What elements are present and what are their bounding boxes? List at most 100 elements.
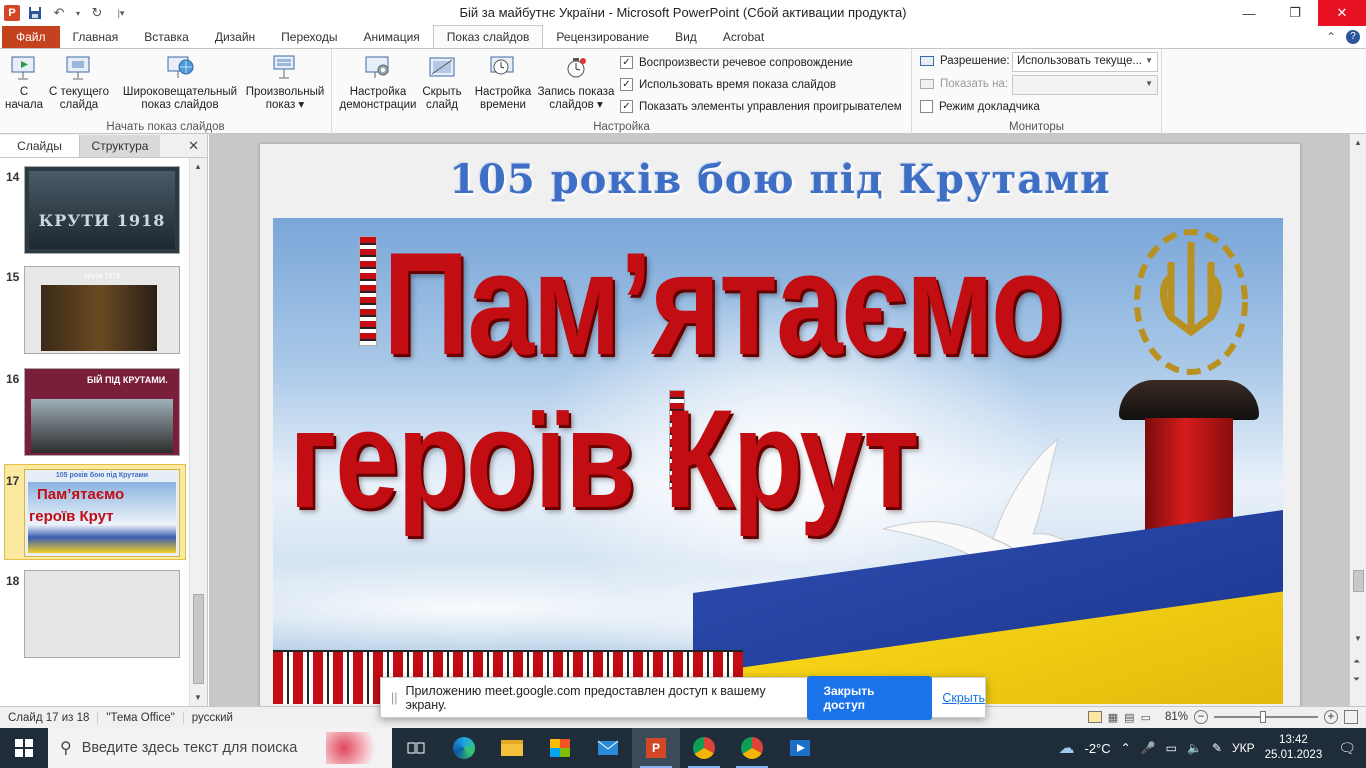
zoom-in-icon[interactable]: +: [1324, 710, 1338, 724]
powerpoint-taskbar-icon[interactable]: P: [632, 728, 680, 768]
zoom-slider[interactable]: [1214, 711, 1318, 723]
checkbox-timings-box[interactable]: ✓: [620, 78, 633, 91]
resolution-dropdown[interactable]: Использовать текуще... ▼: [1012, 52, 1158, 72]
tab-view[interactable]: Вид: [662, 26, 710, 48]
tab-review[interactable]: Рецензирование: [543, 26, 662, 48]
from-current-slide-button[interactable]: С текущего слайда: [46, 53, 112, 112]
scroll-down-icon[interactable]: ▼: [194, 693, 202, 702]
weather-icon[interactable]: ☁: [1059, 738, 1075, 758]
slide-number: 17: [6, 474, 20, 488]
rehearse-timings-button[interactable]: Настройка времени: [470, 53, 536, 112]
play-narrations-checkbox[interactable]: ✓ Воспроизвести речевое сопровождение: [620, 56, 853, 69]
reading-view-icon[interactable]: ▤: [1124, 711, 1134, 724]
current-slide[interactable]: 105 років бою під Крутами Пам’ятаємо гер…: [260, 144, 1300, 706]
notifications-icon[interactable]: 🗨: [1338, 740, 1356, 757]
restore-icon[interactable]: ❐: [1272, 0, 1318, 26]
help-icon[interactable]: ?: [1346, 30, 1360, 44]
tab-animations[interactable]: Анимация: [350, 26, 432, 48]
microphone-icon[interactable]: 🎤: [1141, 741, 1156, 755]
record-slideshow-button[interactable]: Запись показа слайдов ▾: [536, 53, 616, 112]
drag-handle-icon[interactable]: ||: [391, 691, 398, 705]
stop-sharing-button[interactable]: Закрыть доступ: [807, 675, 933, 720]
show-media-controls-checkbox[interactable]: ✓ Показать элементы управления проигрыва…: [620, 100, 902, 113]
tab-transitions[interactable]: Переходы: [268, 26, 350, 48]
monitor-icon: [920, 79, 934, 89]
undo-dropdown-icon[interactable]: ▾: [74, 4, 82, 22]
slide-title[interactable]: 105 років бою під Крутами: [260, 156, 1300, 203]
mail-icon[interactable]: [584, 728, 632, 768]
ribbon-collapse-icon[interactable]: ⌃: [1326, 30, 1336, 44]
volume-icon[interactable]: 🔈: [1187, 741, 1202, 755]
windows-start-icon[interactable]: [0, 728, 48, 768]
previous-slide-icon[interactable]: ⏶: [1353, 656, 1360, 667]
broadcast-slideshow-button[interactable]: Широковещательный показ слайдов: [120, 53, 240, 112]
slide-thumbnail-14[interactable]: КРУТИ 1918: [24, 166, 180, 254]
pen-icon[interactable]: ✎: [1212, 741, 1222, 755]
tab-home[interactable]: Главная: [60, 26, 132, 48]
tab-outline[interactable]: Структура: [80, 134, 160, 157]
minimize-icon[interactable]: —: [1226, 0, 1272, 26]
normal-view-icon[interactable]: [1087, 711, 1102, 723]
zoom-level[interactable]: 81%: [1165, 711, 1188, 723]
scrollbar-thumb[interactable]: [193, 594, 204, 684]
custom-slideshow-button[interactable]: Произвольный показ ▾: [242, 53, 328, 112]
scroll-up-icon[interactable]: ▲: [1354, 138, 1362, 147]
scroll-up-icon[interactable]: ▲: [194, 162, 202, 171]
tab-insert[interactable]: Вставка: [131, 26, 202, 48]
record-slideshow-icon: [561, 53, 591, 83]
clock[interactable]: 13:42 25.01.2023: [1265, 733, 1323, 763]
checkbox-presenter-box[interactable]: [920, 100, 933, 113]
media-player-icon[interactable]: [776, 728, 824, 768]
slide-thumbnail-15[interactable]: Крути 1918: [24, 266, 180, 354]
taskbar-search-box[interactable]: ⚲ Введите здесь текст для поиска: [48, 728, 392, 768]
file-explorer-icon[interactable]: [488, 728, 536, 768]
tab-slideshow[interactable]: Показ слайдов: [432, 25, 544, 48]
microsoft-store-icon[interactable]: [536, 728, 584, 768]
setup-slideshow-button[interactable]: Настройка демонстрации: [336, 53, 420, 112]
zoom-slider-knob[interactable]: [1260, 711, 1266, 723]
tab-slides[interactable]: Слайды: [0, 134, 80, 157]
customize-qat-icon[interactable]: |▾: [112, 4, 130, 22]
slide-scrollbar[interactable]: ▲ ▼ ⏶ ⏷: [1349, 134, 1366, 706]
network-icon[interactable]: ▭: [1166, 741, 1177, 755]
zoom-out-icon[interactable]: −: [1194, 710, 1208, 724]
slide-sorter-icon[interactable]: ▦: [1108, 711, 1118, 724]
close-icon[interactable]: ✕: [1318, 0, 1366, 26]
slide-thumbnail-17[interactable]: 105 років бою під Крутами Пам’ятаємо гер…: [24, 469, 180, 557]
presenter-view-checkbox[interactable]: Режим докладчика: [920, 100, 1040, 113]
redo-icon[interactable]: ↻: [88, 4, 106, 22]
edge-browser-icon[interactable]: [440, 728, 488, 768]
chrome-icon[interactable]: [680, 728, 728, 768]
weather-temperature[interactable]: -2°C: [1085, 741, 1111, 756]
task-view-icon[interactable]: [392, 728, 440, 768]
checkbox-narrations-box[interactable]: ✓: [620, 56, 633, 69]
use-timings-checkbox[interactable]: ✓ Использовать время показа слайдов: [620, 78, 836, 91]
chrome-profile-icon[interactable]: [728, 728, 776, 768]
next-slide-icon[interactable]: ⏷: [1353, 674, 1360, 685]
scroll-down-icon[interactable]: ▼: [1354, 634, 1362, 643]
fit-to-window-icon[interactable]: [1344, 710, 1358, 724]
poster-image[interactable]: Пам’ятаємо героїв Крут: [273, 218, 1283, 704]
from-beginning-button[interactable]: С начала: [4, 53, 44, 112]
tab-file[interactable]: Файл: [2, 26, 60, 48]
powerpoint-logo-icon[interactable]: P: [4, 5, 20, 21]
slides-panel-scrollbar[interactable]: ▲ ▼: [189, 158, 207, 706]
save-icon[interactable]: [26, 4, 44, 22]
checkbox-media-controls-box[interactable]: ✓: [620, 100, 633, 113]
chevron-down-icon: ▼: [1145, 79, 1153, 88]
show-on-dropdown[interactable]: ▼: [1012, 75, 1158, 95]
hide-link[interactable]: Скрыть: [942, 691, 985, 705]
tab-acrobat[interactable]: Acrobat: [710, 26, 777, 48]
slide-thumbnail-16[interactable]: БІЙ ПІД КРУТАМИ.: [24, 368, 180, 456]
undo-icon[interactable]: ↶: [50, 4, 68, 22]
tray-chevron-icon[interactable]: ⌃: [1121, 741, 1131, 755]
scrollbar-thumb[interactable]: [1353, 570, 1364, 592]
slideshow-view-icon[interactable]: ▭: [1141, 711, 1151, 724]
slide-thumbnail-18[interactable]: [24, 570, 180, 658]
keyboard-language[interactable]: УКР: [1232, 741, 1255, 755]
hide-slide-button[interactable]: Скрыть слайд: [420, 53, 464, 112]
tab-design[interactable]: Дизайн: [202, 26, 268, 48]
language-indicator[interactable]: русский: [184, 712, 241, 724]
close-icon[interactable]: ✕: [188, 138, 199, 154]
thumb-image: [41, 285, 157, 351]
